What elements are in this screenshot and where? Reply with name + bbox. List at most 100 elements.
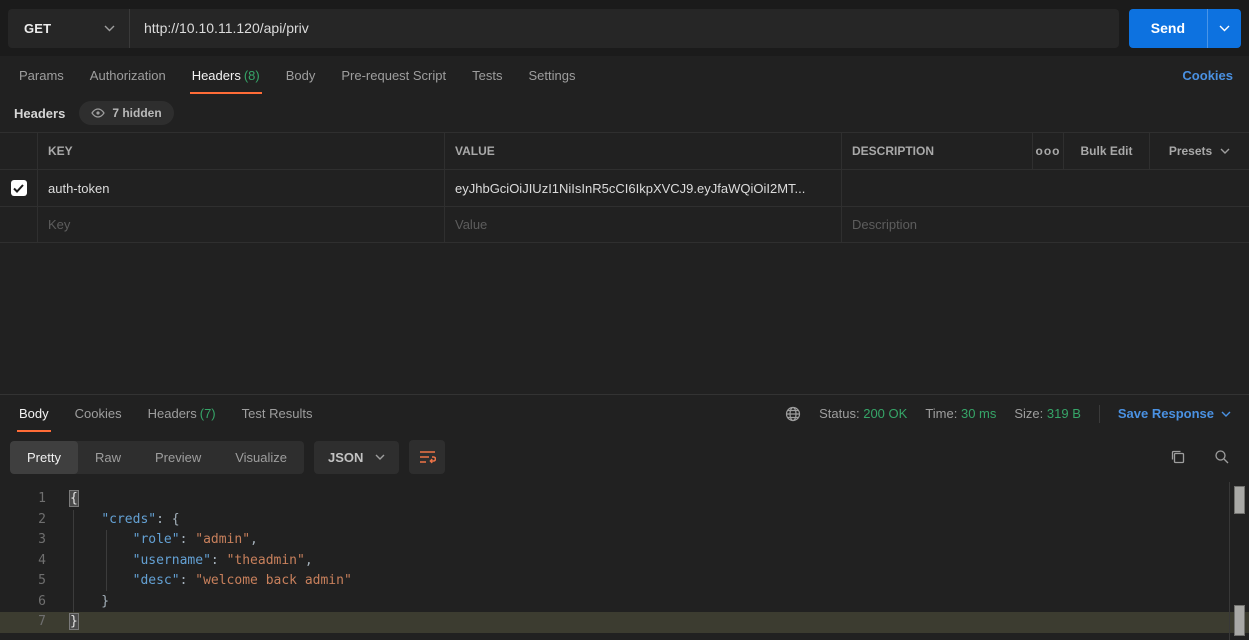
line-number: 4 <box>0 551 46 572</box>
table-header-row: KEY VALUE DESCRIPTION ooo Bulk Edit Pres… <box>0 133 1249 170</box>
chevron-down-icon <box>1219 25 1230 32</box>
headers-section-title: Headers <box>14 106 65 121</box>
code-line: 7} <box>0 612 1249 633</box>
chevron-down-icon <box>1220 148 1230 154</box>
scrollbar-thumb[interactable] <box>1234 486 1245 514</box>
line-number: 5 <box>0 571 46 592</box>
response-body-editor[interactable]: 1{2 "creds": {3 "role": "admin",4 "usern… <box>0 482 1249 640</box>
tab-label: Headers <box>148 406 197 421</box>
view-tab-visualize[interactable]: Visualize <box>218 441 304 474</box>
size-label: Size: <box>1014 406 1043 421</box>
send-button[interactable]: Send <box>1129 9 1207 48</box>
header-select-cell <box>0 133 38 169</box>
time-label: Time: <box>925 406 957 421</box>
view-mode-group: Pretty Raw Preview Visualize <box>10 441 304 474</box>
globe-icon[interactable] <box>785 406 801 422</box>
tab-authorization[interactable]: Authorization <box>80 57 176 94</box>
more-options-icon[interactable]: ooo <box>1033 133 1064 169</box>
tab-label: Test Results <box>242 406 313 421</box>
line-number: 2 <box>0 510 46 531</box>
value-placeholder-cell[interactable]: Value <box>445 207 842 242</box>
header-key-cell[interactable]: auth-token <box>38 170 445 206</box>
code-line: 4 "username": "theadmin", <box>0 551 1249 572</box>
time-badge: Time: 30 ms <box>925 406 996 421</box>
view-tab-preview[interactable]: Preview <box>138 441 218 474</box>
column-header-description: DESCRIPTION <box>842 133 1033 169</box>
header-description-cell[interactable] <box>842 170 1249 206</box>
empty-area <box>0 243 1249 394</box>
tab-params[interactable]: Params <box>9 57 74 94</box>
send-button-group: Send <box>1129 9 1241 48</box>
divider <box>1229 482 1230 640</box>
chevron-down-icon <box>104 25 115 32</box>
request-bar: GET Send <box>0 0 1249 56</box>
response-tabs: Body Cookies Headers(7) Test Results Sta… <box>0 394 1249 432</box>
row-checkbox-checked[interactable] <box>11 180 27 196</box>
tab-pre-request-script[interactable]: Pre-request Script <box>331 57 456 94</box>
tab-label: Settings <box>528 68 575 83</box>
send-options-button[interactable] <box>1207 9 1241 48</box>
tab-tests[interactable]: Tests <box>462 57 512 94</box>
bulk-edit-button[interactable]: Bulk Edit <box>1064 133 1150 169</box>
format-label: JSON <box>328 450 363 465</box>
hidden-headers-toggle[interactable]: 7 hidden <box>79 101 173 125</box>
url-box: GET <box>8 9 1119 48</box>
line-number: 1 <box>0 489 46 510</box>
size-value: 319 B <box>1047 406 1081 421</box>
chevron-down-icon <box>375 454 385 460</box>
tab-label: Pre-request Script <box>341 68 446 83</box>
response-toolbar: Pretty Raw Preview Visualize JSON <box>0 432 1249 482</box>
method-select[interactable]: GET <box>8 9 130 48</box>
response-tab-test-results[interactable]: Test Results <box>232 395 323 432</box>
response-tab-body[interactable]: Body <box>9 395 59 432</box>
code-line: 6 } <box>0 592 1249 613</box>
tab-body[interactable]: Body <box>276 57 326 94</box>
presets-label: Presets <box>1169 144 1212 158</box>
code-line: 5 "desc": "welcome back admin" <box>0 571 1249 592</box>
status-badge: Status: 200 OK <box>819 406 907 421</box>
response-tab-cookies[interactable]: Cookies <box>65 395 132 432</box>
request-tabs: Params Authorization Headers(8) Body Pre… <box>0 56 1249 94</box>
view-tab-pretty[interactable]: Pretty <box>10 441 78 474</box>
code-line: 1{ <box>0 489 1249 510</box>
tab-label: Authorization <box>90 68 166 83</box>
table-row-empty: Key Value Description <box>0 207 1249 243</box>
tab-headers[interactable]: Headers(8) <box>182 57 270 94</box>
eye-icon <box>91 108 105 118</box>
code-lines: 1{2 "creds": {3 "role": "admin",4 "usern… <box>0 489 1249 633</box>
table-row: auth-token eyJhbGciOiJIUzI1NiIsInR5cCI6I… <box>0 170 1249 207</box>
chevron-down-icon <box>1221 411 1231 417</box>
row-select-cell <box>0 207 38 242</box>
key-placeholder-cell[interactable]: Key <box>38 207 445 242</box>
view-tab-raw[interactable]: Raw <box>78 441 138 474</box>
tab-label: Body <box>286 68 316 83</box>
hidden-headers-label: 7 hidden <box>112 106 161 120</box>
column-header-key: KEY <box>38 133 445 169</box>
tab-label: Headers <box>192 68 241 83</box>
divider <box>1099 405 1100 423</box>
cookies-link[interactable]: Cookies <box>1172 68 1243 83</box>
headers-table: KEY VALUE DESCRIPTION ooo Bulk Edit Pres… <box>0 132 1249 243</box>
header-value-cell[interactable]: eyJhbGciOiJIUzI1NiIsInR5cCI6IkpXVCJ9.eyJ… <box>445 170 842 206</box>
tab-label: Params <box>19 68 64 83</box>
copy-button[interactable] <box>1161 440 1195 474</box>
row-select-cell <box>0 170 38 206</box>
column-header-value: VALUE <box>445 133 842 169</box>
wrap-text-icon <box>419 450 436 464</box>
save-response-button[interactable]: Save Response <box>1118 406 1231 421</box>
search-button[interactable] <box>1205 440 1239 474</box>
scrollbar-thumb[interactable] <box>1234 605 1245 636</box>
response-tab-headers[interactable]: Headers(7) <box>138 395 226 432</box>
url-input[interactable] <box>130 9 1119 48</box>
format-dropdown[interactable]: JSON <box>314 441 399 474</box>
tab-settings[interactable]: Settings <box>518 57 585 94</box>
save-response-label: Save Response <box>1118 406 1214 421</box>
presets-dropdown[interactable]: Presets <box>1150 133 1249 169</box>
line-number: 3 <box>0 530 46 551</box>
status-label: Status: <box>819 406 859 421</box>
wrap-text-button[interactable] <box>409 440 445 474</box>
status-value: 200 OK <box>863 406 907 421</box>
copy-icon <box>1170 449 1186 465</box>
size-badge: Size: 319 B <box>1014 406 1081 421</box>
description-placeholder-cell[interactable]: Description <box>842 207 1249 242</box>
